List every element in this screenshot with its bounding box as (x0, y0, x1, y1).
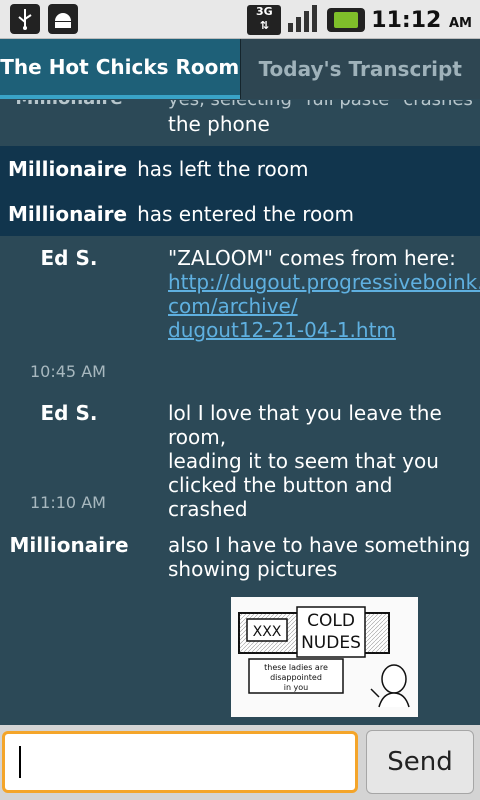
network-3g-icon: 3G ⇅ (247, 5, 282, 35)
list-item: Millionaire yes, selecting "full paste" … (0, 100, 480, 136)
message-text: showing pictures (168, 557, 338, 581)
timestamp: 10:45 AM (30, 362, 106, 381)
image-note-2: disappointed (270, 673, 322, 682)
battery-charging-icon (327, 8, 366, 32)
sender-name: Ed S. (40, 246, 98, 270)
image-sign-right-1: COLD (307, 611, 355, 631)
message-link[interactable]: dugout12-21-04-1.htm (168, 318, 478, 342)
composer: Send (0, 725, 480, 800)
clock: 11:12 AM (371, 7, 472, 33)
image-note-3: in you (284, 683, 309, 692)
android-debug-icon (48, 4, 78, 34)
signal-icon (287, 3, 321, 37)
message-text: the phone (168, 112, 270, 136)
sender-name: Millionaire (9, 533, 129, 557)
tab-transcript[interactable]: Today's Transcript (239, 39, 480, 99)
sender-name: Millionaire (0, 100, 138, 109)
message-text: also I have to have something (168, 533, 471, 557)
message-text: leading it to seem that you (168, 449, 439, 473)
tab-room[interactable]: The Hot Chicks Room (0, 39, 240, 99)
message-text-hidden: yes, selecting "full paste" crashes (168, 100, 478, 112)
comic-image: XXX COLD NUDES these ladies are disappoi… (231, 597, 418, 717)
message-text: lol I love that you leave the room, (168, 401, 442, 449)
usb-icon (10, 4, 40, 34)
sender-name: Millionaire (8, 156, 128, 181)
message-text: "ZALOOM" comes from here: (168, 246, 456, 270)
message-link[interactable]: http://dugout.progressiveboink. (168, 270, 480, 294)
image-sign-left: XXX (253, 624, 282, 640)
image-note-1: these ladies are (264, 663, 328, 672)
list-item: Millionaire has entered the room (0, 191, 480, 236)
sender-name: Millionaire (8, 201, 128, 226)
text-cursor (19, 746, 21, 778)
event-text: has left the room (137, 156, 309, 181)
message-input[interactable] (2, 731, 358, 793)
image-sign-right-2: NUDES (301, 633, 361, 653)
tab-bar: The Hot Chicks Room Today's Transcript (0, 39, 480, 99)
status-bar: 3G ⇅ 11:12 AM (0, 0, 480, 39)
timestamp: 11:10 AM (30, 493, 106, 512)
message-link[interactable]: com/archive/ (168, 294, 478, 318)
list-item: Millionaire has left the room (0, 146, 480, 191)
shared-image[interactable]: XXX COLD NUDES these ladies are disappoi… (231, 597, 418, 717)
send-button[interactable]: Send (366, 730, 474, 794)
event-text: has entered the room (137, 201, 354, 226)
message-text: clicked the button and crashed (168, 473, 393, 521)
sender-name: Ed S. (40, 401, 98, 425)
